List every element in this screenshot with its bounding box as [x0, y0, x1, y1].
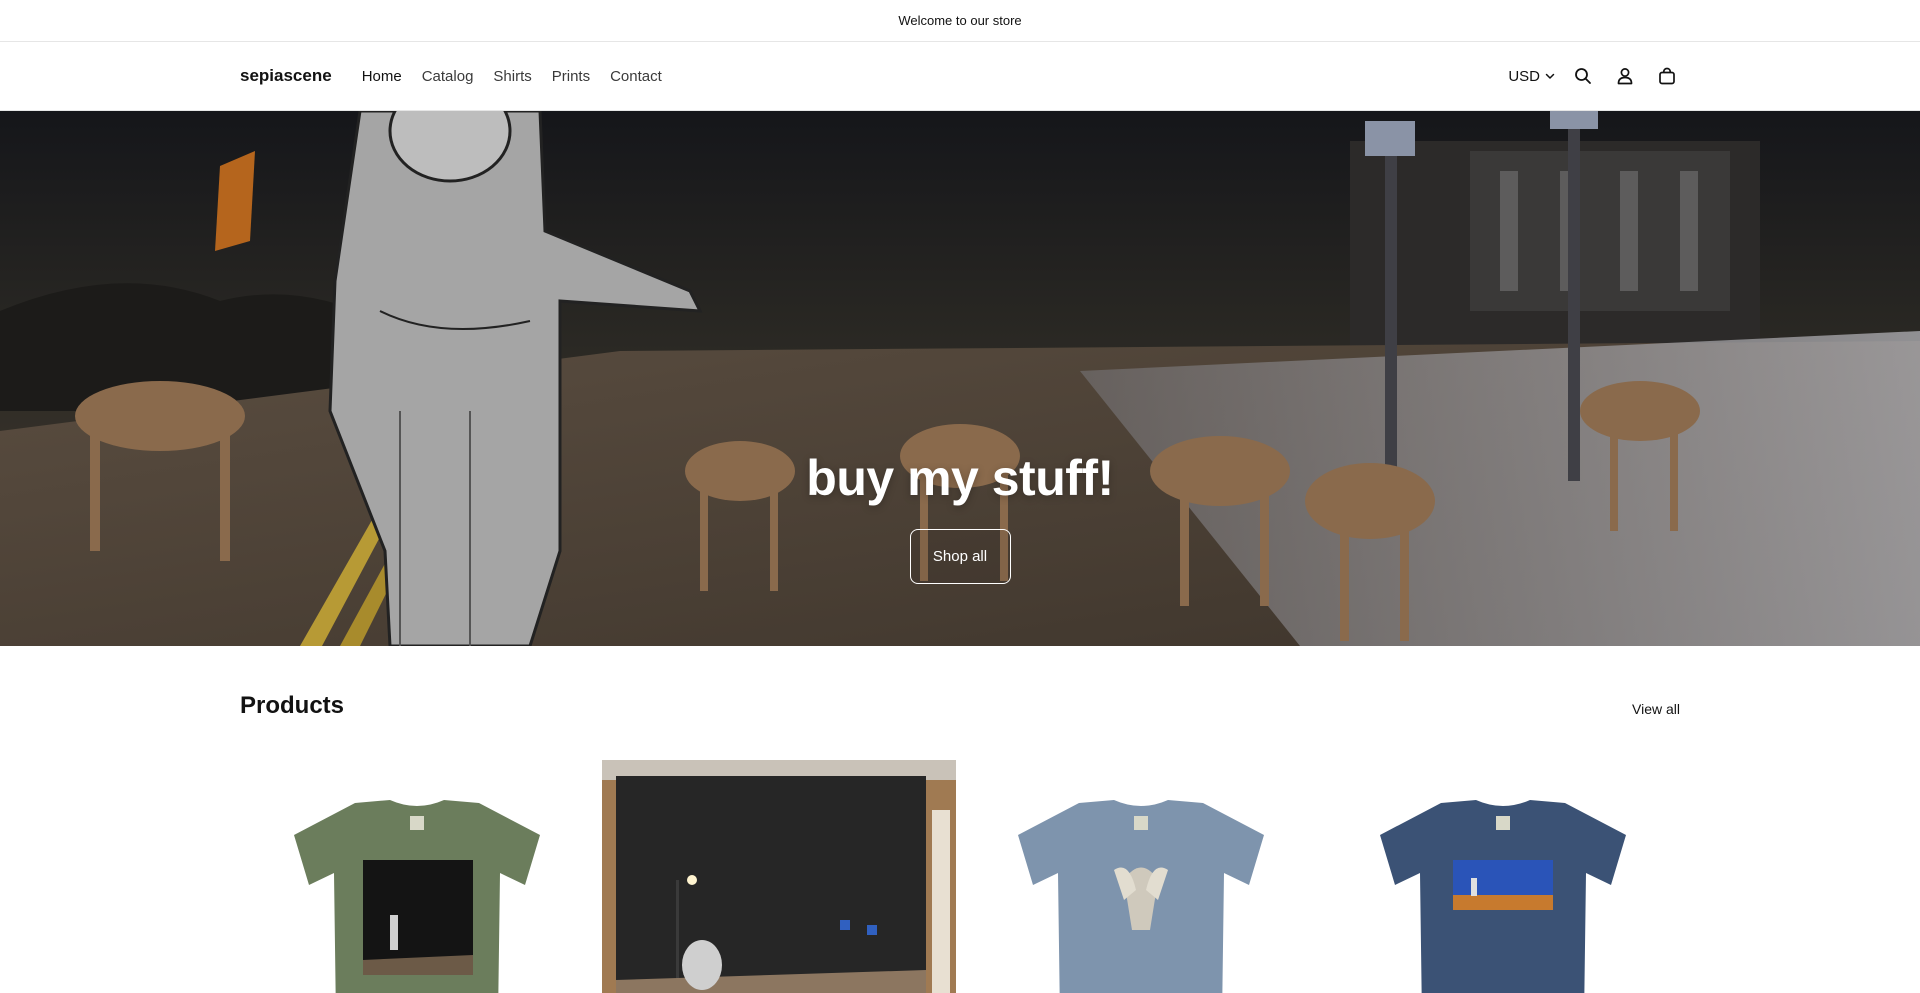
shop-all-button[interactable]: Shop all: [909, 529, 1011, 584]
announcement-bar: Welcome to our store: [0, 0, 1920, 42]
account-button[interactable]: [1604, 55, 1646, 97]
product-card[interactable]: [1326, 760, 1680, 993]
currency-selector[interactable]: USD: [1508, 68, 1556, 85]
product-image: [1018, 800, 1264, 993]
currency-label: USD: [1508, 67, 1540, 85]
header-actions: USD: [1508, 55, 1688, 97]
store-logo[interactable]: sepiascene: [240, 66, 332, 86]
site-header: sepiascene Home Catalog Shirts Prints Co…: [0, 42, 1920, 111]
chevron-down-icon: [1545, 73, 1555, 79]
nav-contact[interactable]: Contact: [600, 68, 672, 85]
hero-banner: buy my stuff! Shop all: [0, 111, 1920, 646]
cart-button[interactable]: [1646, 55, 1688, 97]
search-icon: [1575, 68, 1591, 84]
product-image: [602, 760, 956, 993]
cart-icon: [1659, 67, 1675, 85]
nav-home[interactable]: Home: [352, 68, 412, 85]
product-image: [1380, 800, 1626, 993]
announcement-text: Welcome to our store: [898, 13, 1022, 28]
nav-shirts[interactable]: Shirts: [483, 68, 541, 85]
account-icon: [1617, 68, 1633, 85]
products-section: Products View all: [0, 691, 1920, 993]
product-card[interactable]: [964, 760, 1318, 993]
nav-catalog[interactable]: Catalog: [412, 68, 484, 85]
products-header: Products View all: [240, 691, 1680, 721]
main-nav: Home Catalog Shirts Prints Contact: [352, 68, 672, 85]
product-card[interactable]: [240, 760, 594, 993]
products-title: Products: [240, 692, 345, 719]
product-grid: [240, 760, 1680, 993]
hero-content: buy my stuff! Shop all: [0, 449, 1920, 584]
nav-prints[interactable]: Prints: [542, 68, 600, 85]
view-all-link[interactable]: View all: [1632, 701, 1680, 717]
product-image: [294, 800, 540, 993]
product-card[interactable]: [602, 760, 956, 993]
search-button[interactable]: [1562, 55, 1604, 97]
hero-title: buy my stuff!: [806, 450, 1114, 506]
